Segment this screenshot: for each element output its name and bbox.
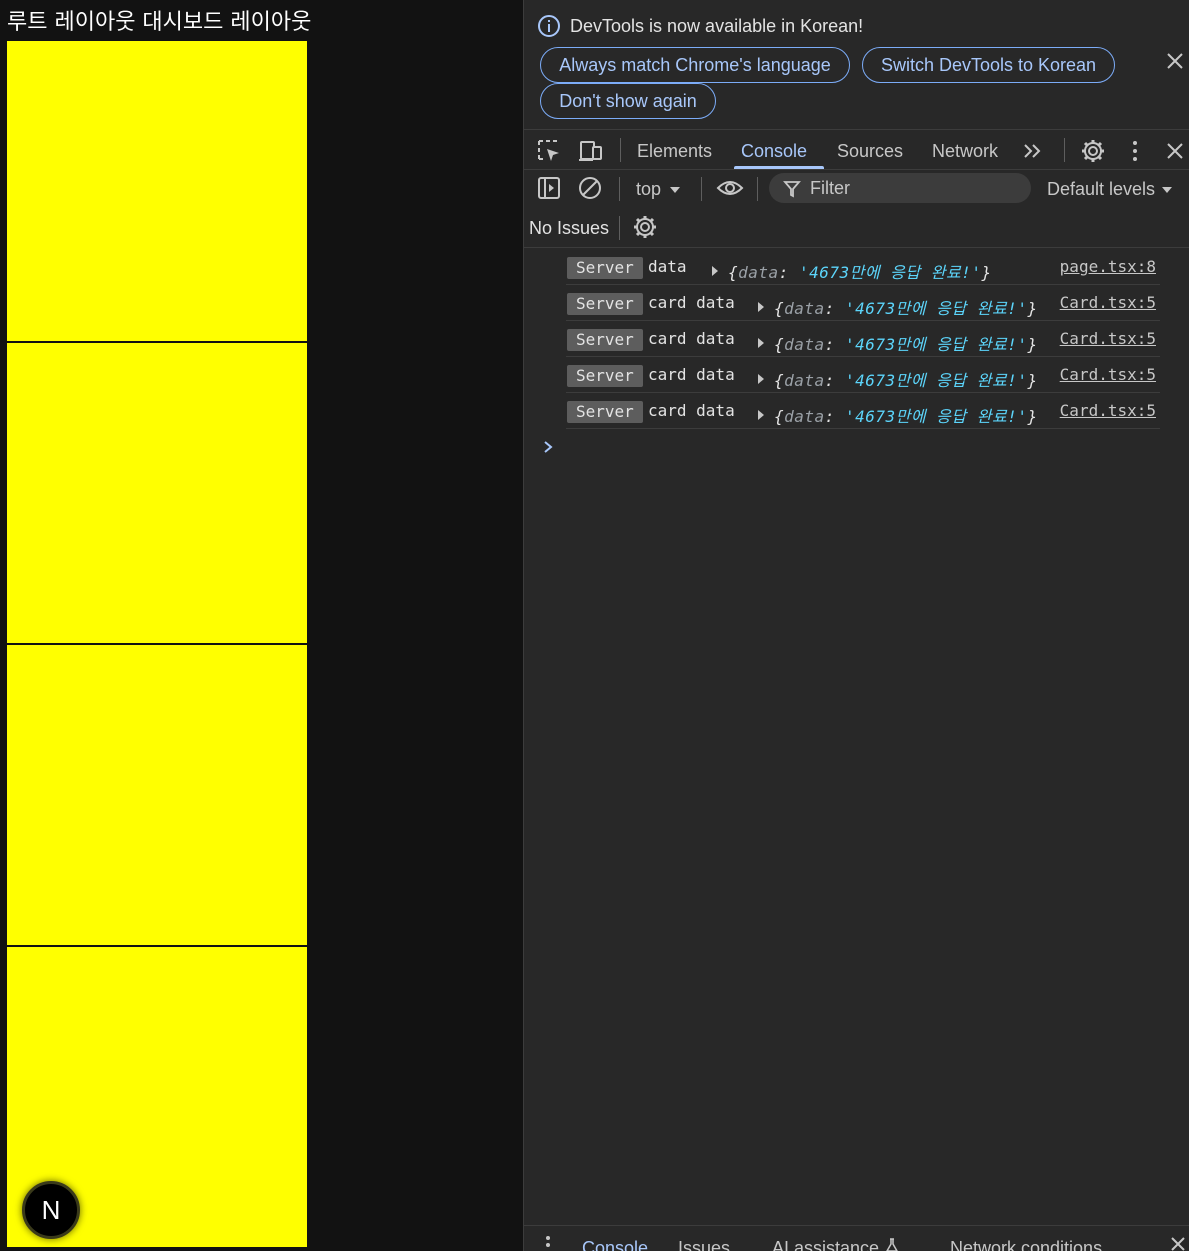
- log-message: data: [648, 257, 687, 276]
- drawer-tab-bar: Console Issues AI assistance Network con…: [524, 1225, 1189, 1251]
- toolbar-divider: [619, 177, 620, 201]
- tab-elements[interactable]: Elements: [637, 141, 712, 162]
- device-toolbar-icon[interactable]: [578, 138, 604, 164]
- object-key: data: [784, 371, 825, 390]
- nextjs-logo-icon: N: [41, 1194, 61, 1225]
- object-key: data: [784, 407, 825, 426]
- drawer-tab-console[interactable]: Console: [582, 1238, 648, 1251]
- server-badge: Server: [567, 329, 643, 351]
- object-key: data: [784, 299, 825, 318]
- experiment-flask-icon: [886, 1238, 898, 1251]
- kebab-menu-icon[interactable]: [1122, 138, 1148, 164]
- expand-triangle-icon[interactable]: [712, 266, 718, 276]
- live-expression-eye-icon[interactable]: [716, 175, 744, 201]
- console-message-row: Server data {data: '4673만에 응답 완료!'} page…: [566, 249, 1160, 285]
- console-message-row: Server card data {data: '4673만에 응답 완료!'}…: [566, 393, 1160, 429]
- dashboard-card: [7, 343, 307, 643]
- close-icon[interactable]: [1164, 50, 1186, 72]
- drawer-tab-issues[interactable]: Issues: [678, 1238, 730, 1251]
- filter-input[interactable]: Filter: [769, 173, 1031, 203]
- issues-counter[interactable]: No Issues: [529, 218, 609, 239]
- context-label: top: [636, 179, 662, 199]
- object-value: '4673만에 응답 완료!': [844, 407, 1028, 426]
- devtools-tab-bar: Elements Console Sources Network: [524, 129, 1189, 170]
- devtools-panel: DevTools is now available in Korean! Alw…: [523, 0, 1189, 1251]
- log-message: card data: [648, 365, 735, 384]
- toolbar-divider: [757, 177, 758, 201]
- page-viewport: 루트 레이아웃 대시보드 레이아웃 N: [0, 0, 523, 1251]
- toolbar-divider: [619, 216, 620, 240]
- tab-sources[interactable]: Sources: [837, 141, 903, 162]
- always-match-language-button[interactable]: Always match Chrome's language: [540, 47, 850, 83]
- drawer-tab-network-conditions[interactable]: Network conditions: [950, 1238, 1102, 1251]
- clear-console-icon[interactable]: [577, 175, 603, 201]
- dashboard-card: [7, 645, 307, 945]
- active-tab-indicator: [734, 166, 824, 169]
- source-link[interactable]: Card.tsx:5: [1060, 329, 1156, 348]
- drawer-menu-icon[interactable]: [544, 1234, 552, 1251]
- language-infobar: DevTools is now available in Korean! Alw…: [524, 0, 1189, 129]
- server-badge: Server: [567, 365, 643, 387]
- expand-triangle-icon[interactable]: [758, 374, 764, 384]
- log-message: card data: [648, 293, 735, 312]
- log-message: card data: [648, 401, 735, 420]
- inspect-element-icon[interactable]: [536, 138, 562, 164]
- server-badge: Server: [567, 293, 643, 315]
- toolbar-divider: [701, 177, 702, 201]
- console-message-row: Server card data {data: '4673만에 응답 완료!'}…: [566, 321, 1160, 357]
- source-link[interactable]: Card.tsx:5: [1060, 293, 1156, 312]
- switch-to-korean-button[interactable]: Switch DevTools to Korean: [862, 47, 1115, 83]
- log-object[interactable]: {data: '4673만에 응답 완료!'}: [774, 295, 1038, 319]
- close-devtools-icon[interactable]: [1162, 138, 1188, 164]
- dropdown-arrow-icon: [670, 186, 681, 193]
- dashboard-card: [7, 41, 307, 341]
- info-icon: [538, 15, 560, 37]
- log-object[interactable]: {data: '4673만에 응답 완료!'}: [728, 259, 992, 283]
- dont-show-again-button[interactable]: Don't show again: [540, 83, 716, 119]
- source-link[interactable]: page.tsx:8: [1060, 257, 1156, 276]
- object-key: data: [738, 263, 779, 282]
- log-object[interactable]: {data: '4673만에 응답 완료!'}: [774, 403, 1038, 427]
- filter-funnel-icon: [783, 181, 801, 198]
- context-selector[interactable]: top: [636, 179, 681, 200]
- server-badge: Server: [567, 257, 643, 279]
- console-message-row: Server card data {data: '4673만에 응답 완료!'}…: [566, 357, 1160, 393]
- expand-triangle-icon[interactable]: [758, 410, 764, 420]
- close-drawer-icon[interactable]: [1170, 1236, 1186, 1251]
- object-value: '4673만에 응답 완료!': [844, 371, 1028, 390]
- tab-network[interactable]: Network: [932, 141, 998, 162]
- infobar-message: DevTools is now available in Korean!: [570, 16, 864, 36]
- console-message-row: Server card data {data: '4673만에 응답 완료!'}…: [566, 285, 1160, 321]
- log-object[interactable]: {data: '4673만에 응답 완료!'}: [774, 367, 1038, 391]
- toolbar-divider: [1064, 138, 1065, 162]
- toolbar-divider: [620, 138, 621, 162]
- server-badge: Server: [567, 401, 643, 423]
- expand-triangle-icon[interactable]: [758, 338, 764, 348]
- log-object[interactable]: {data: '4673만에 응답 완료!'}: [774, 331, 1038, 355]
- log-message: card data: [648, 329, 735, 348]
- drawer-tab-ai-assistance[interactable]: AI assistance: [772, 1238, 879, 1251]
- page-title: 루트 레이아웃 대시보드 레이아웃: [7, 10, 312, 35]
- settings-gear-icon[interactable]: [1080, 138, 1106, 164]
- console-prompt-chevron-icon[interactable]: [542, 437, 556, 457]
- tab-console[interactable]: Console: [741, 141, 807, 162]
- sidebar-toggle-icon[interactable]: [536, 175, 562, 201]
- object-key: data: [784, 335, 825, 354]
- source-link[interactable]: Card.tsx:5: [1060, 401, 1156, 420]
- dropdown-arrow-icon: [1162, 186, 1173, 193]
- object-value: '4673만에 응답 완료!': [844, 299, 1028, 318]
- console-toolbar: top Filter Default levels No Issues: [524, 170, 1189, 248]
- console-settings-gear-icon[interactable]: [632, 214, 658, 240]
- object-value: '4673만에 응답 완료!': [844, 335, 1028, 354]
- more-tabs-chevron-icon[interactable]: [1020, 138, 1046, 164]
- nextjs-dev-indicator-button[interactable]: N: [22, 1181, 80, 1239]
- log-levels-label: Default levels: [1047, 179, 1156, 199]
- expand-triangle-icon[interactable]: [758, 302, 764, 312]
- source-link[interactable]: Card.tsx:5: [1060, 365, 1156, 384]
- log-levels-dropdown[interactable]: Default levels: [1047, 179, 1173, 200]
- filter-placeholder: Filter: [810, 178, 850, 198]
- object-value: '4673만에 응답 완료!': [798, 263, 982, 282]
